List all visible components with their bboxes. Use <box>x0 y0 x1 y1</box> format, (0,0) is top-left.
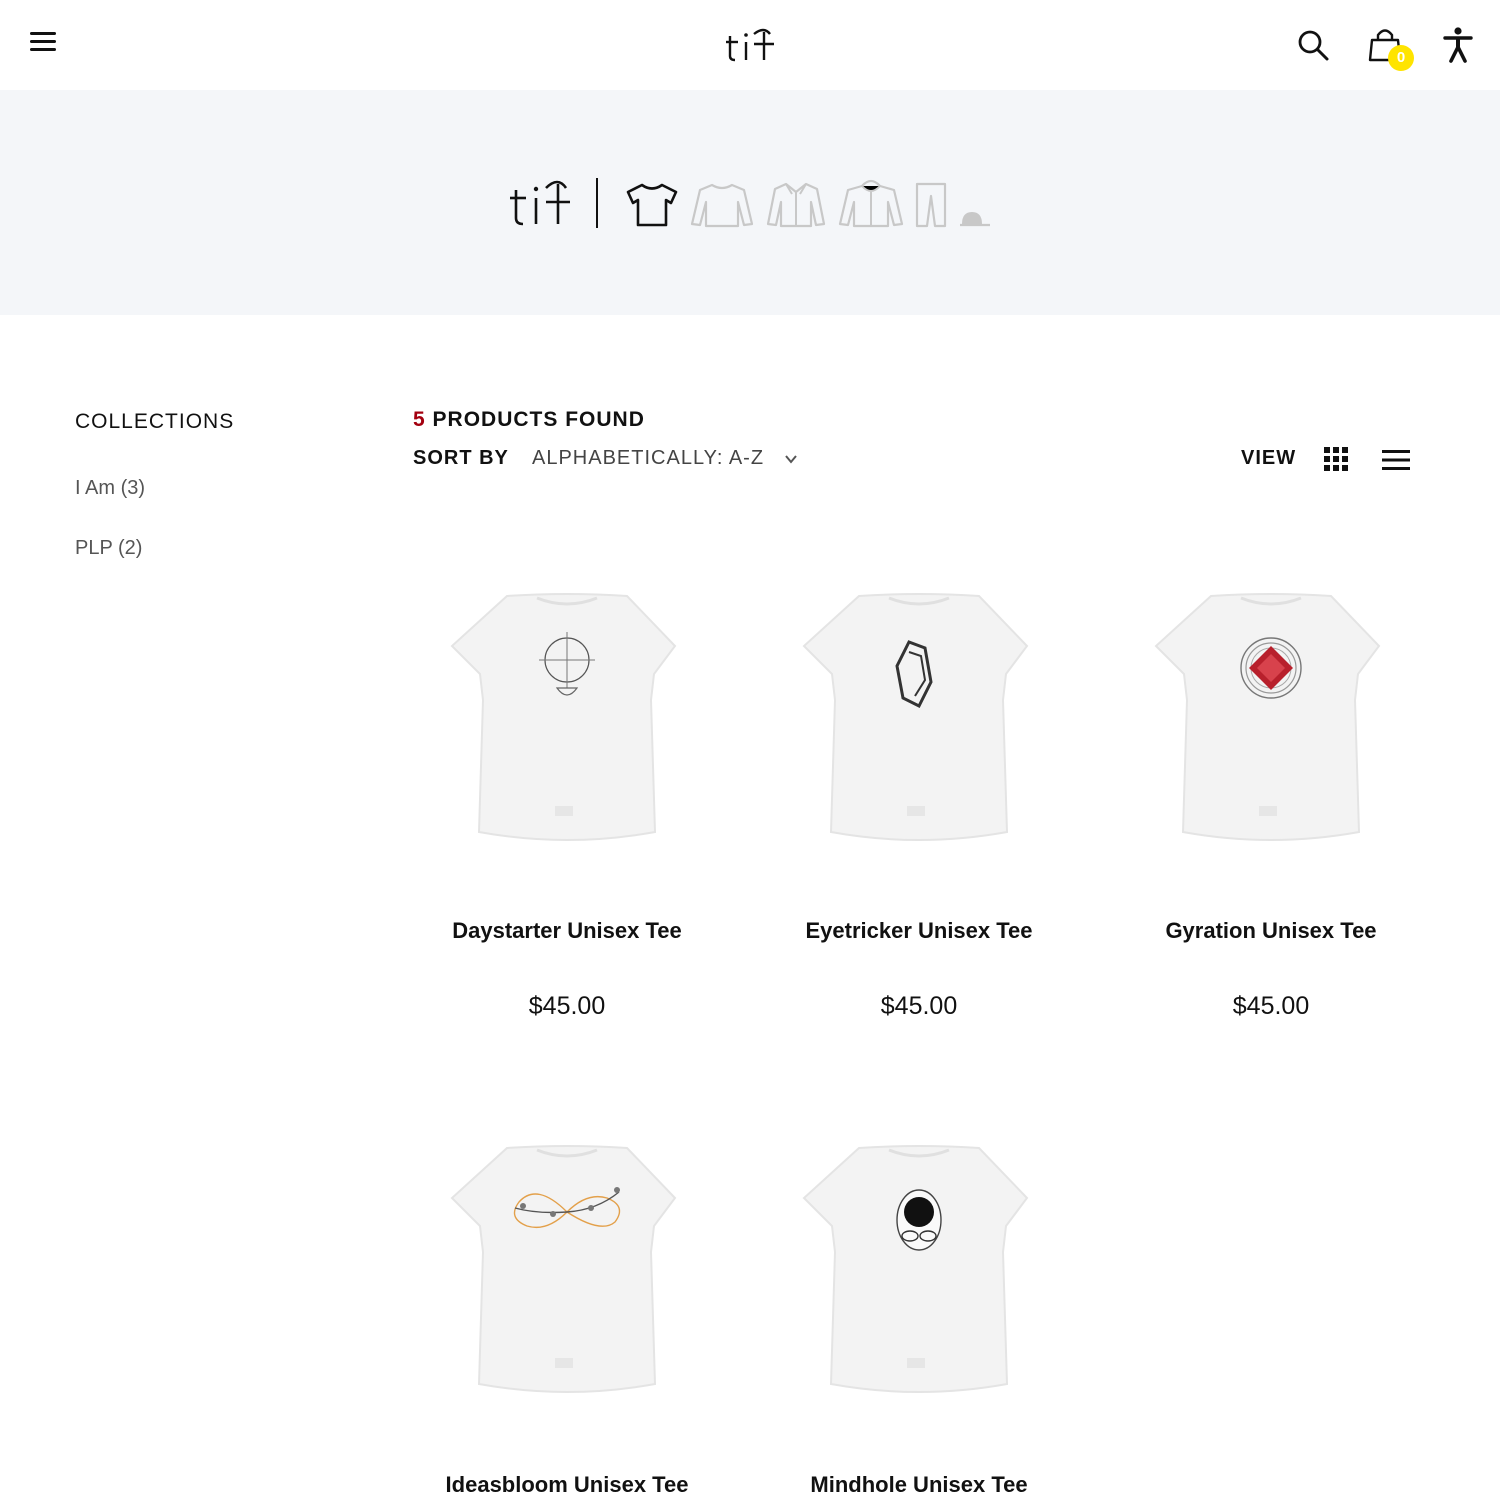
product-image[interactable] <box>407 570 727 900</box>
sweater-icon[interactable] <box>690 182 754 228</box>
pants-icon[interactable] <box>914 182 948 228</box>
product-image[interactable] <box>759 570 1079 900</box>
site-logo[interactable] <box>724 22 778 66</box>
chevron-down-icon <box>785 455 797 464</box>
product-price: $45.00 <box>528 992 606 1020</box>
search-icon[interactable] <box>1296 28 1330 62</box>
shirt-icon[interactable] <box>766 180 826 228</box>
cap-icon[interactable] <box>958 208 992 228</box>
t-shirt-icon[interactable] <box>624 182 680 228</box>
product-name[interactable]: Ideasbloom Unisex Tee <box>407 1472 727 1498</box>
sort-selected-value: ALPHABETICALLY: A-Z <box>532 447 765 469</box>
view-label: VIEW <box>1241 447 1297 469</box>
grid-view-icon[interactable] <box>1324 447 1348 471</box>
product-name[interactable]: Gyration Unisex Tee <box>1111 918 1431 944</box>
product-price: $45.00 <box>1232 992 1310 1020</box>
products-count: 5 <box>413 408 426 431</box>
products-found-text: PRODUCTS FOUND <box>432 408 645 431</box>
products-found-label: 5 PRODUCTS FOUND <box>413 408 645 432</box>
product-image[interactable] <box>407 1122 727 1452</box>
site-header: 0 <box>0 0 1500 90</box>
collection-plp[interactable]: PLP (2) <box>75 537 142 560</box>
collection-i-am[interactable]: I Am (3) <box>75 477 145 500</box>
product-name[interactable]: Mindhole Unisex Tee <box>759 1472 1079 1498</box>
sort-by-label: SORT BY <box>413 447 509 469</box>
category-banner <box>0 90 1500 315</box>
product-price: $45.00 <box>880 992 958 1020</box>
cart-count-badge: 0 <box>1388 45 1414 71</box>
product-name[interactable]: Daystarter Unisex Tee <box>407 918 727 944</box>
accessibility-icon[interactable] <box>1442 26 1474 64</box>
list-view-icon[interactable] <box>1382 449 1410 471</box>
hoodie-icon[interactable] <box>838 178 904 228</box>
collections-heading: COLLECTIONS <box>75 410 235 433</box>
product-name[interactable]: Eyetricker Unisex Tee <box>759 918 1079 944</box>
banner-logo <box>510 180 570 226</box>
product-image[interactable] <box>1111 570 1431 900</box>
banner-divider <box>596 178 598 228</box>
sort-select[interactable]: ALPHABETICALLY: A-Z <box>532 444 802 474</box>
product-image[interactable] <box>759 1122 1079 1452</box>
hamburger-menu-icon[interactable] <box>30 32 56 54</box>
